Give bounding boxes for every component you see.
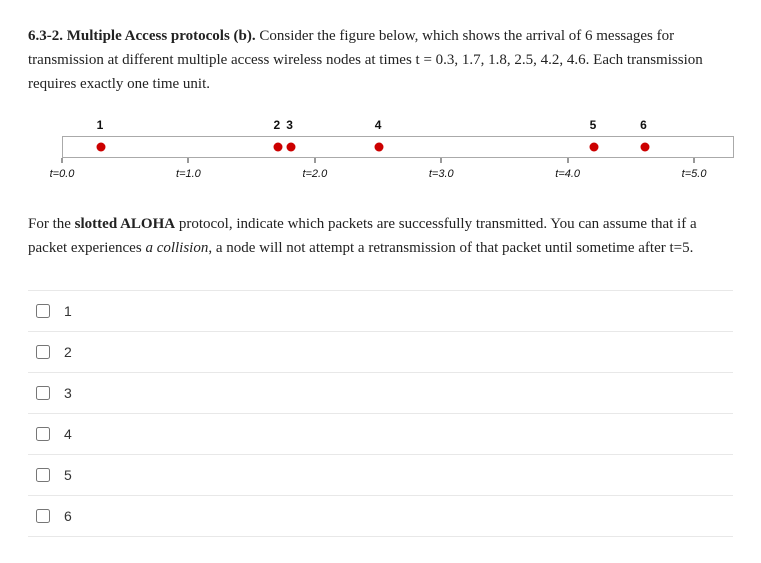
time-label: t=5.0 xyxy=(682,168,707,180)
option-row: 1 xyxy=(28,290,733,332)
timeline-ticks xyxy=(62,158,732,164)
message-dot xyxy=(640,143,649,152)
message-label: 5 xyxy=(590,118,597,132)
option-label: 3 xyxy=(64,385,72,401)
tick xyxy=(188,158,189,163)
message-label: 4 xyxy=(375,118,382,132)
tick xyxy=(314,158,315,163)
answer-options: 1 2 3 4 5 6 xyxy=(28,290,733,537)
timeline-bar xyxy=(62,136,734,158)
tick xyxy=(694,158,695,163)
option-label: 1 xyxy=(64,303,72,319)
message-dot xyxy=(273,143,282,152)
option-row: 3 xyxy=(28,373,733,414)
tick xyxy=(441,158,442,163)
question-title: 6.3-2. Multiple Access protocols (b). Co… xyxy=(28,24,733,96)
option-row: 2 xyxy=(28,332,733,373)
option-checkbox[interactable] xyxy=(36,386,50,400)
option-checkbox[interactable] xyxy=(36,304,50,318)
option-label: 2 xyxy=(64,344,72,360)
message-dot xyxy=(589,143,598,152)
timeline-time-labels: t=0.0 t=1.0 t=2.0 t=3.0 t=4.0 t=5.0 xyxy=(32,168,733,184)
option-checkbox[interactable] xyxy=(36,509,50,523)
time-label: t=3.0 xyxy=(429,168,454,180)
question-number: 6.3-2. xyxy=(28,28,63,44)
message-label: 2 xyxy=(274,118,281,132)
option-row: 6 xyxy=(28,496,733,537)
option-checkbox[interactable] xyxy=(36,468,50,482)
timeline-figure: 123456 t=0.0t=1.0t=2.0t=3.0t=4.0t=5.0 xyxy=(32,118,733,184)
message-label: 1 xyxy=(97,118,104,132)
message-label: 3 xyxy=(286,118,293,132)
time-label: t=2.0 xyxy=(302,168,327,180)
time-label: t=4.0 xyxy=(555,168,580,180)
message-label: 6 xyxy=(640,118,647,132)
option-label: 4 xyxy=(64,426,72,442)
question-heading: Multiple Access protocols (b). xyxy=(67,28,256,44)
time-label: t=0.0 xyxy=(50,168,75,180)
option-label: 5 xyxy=(64,467,72,483)
option-checkbox[interactable] xyxy=(36,427,50,441)
message-dot xyxy=(375,143,384,152)
message-dot xyxy=(96,143,105,152)
tick xyxy=(62,158,63,163)
option-label: 6 xyxy=(64,508,72,524)
option-row: 4 xyxy=(28,414,733,455)
option-row: 5 xyxy=(28,455,733,496)
question-followup: For the slotted ALOHA protocol, indicate… xyxy=(28,212,733,260)
timeline-message-labels: 123456 xyxy=(32,118,733,136)
time-label: t=1.0 xyxy=(176,168,201,180)
message-dot xyxy=(286,143,295,152)
tick xyxy=(567,158,568,163)
option-checkbox[interactable] xyxy=(36,345,50,359)
